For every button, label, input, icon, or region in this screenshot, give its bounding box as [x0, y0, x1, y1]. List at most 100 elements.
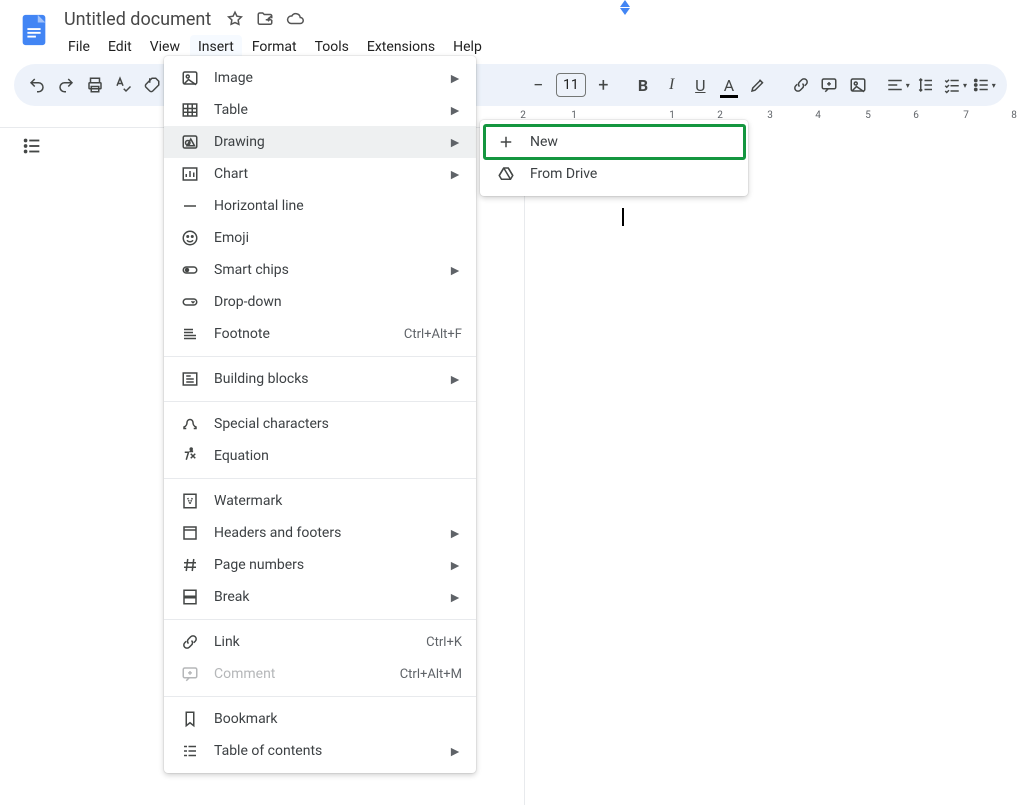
highlight-color-button[interactable]: [744, 70, 771, 100]
menu-item-headers-and-footers[interactable]: Headers and footers ►: [164, 517, 476, 549]
chevron-right-icon: ►: [448, 557, 462, 574]
link-icon: [180, 632, 200, 652]
menu-label: Table of contents: [214, 743, 440, 759]
omega-icon: [180, 414, 200, 434]
line-spacing-button[interactable]: [913, 70, 940, 100]
menu-label: Table: [214, 102, 440, 118]
menu-item-drop-down[interactable]: Drop-down: [164, 286, 476, 318]
menu-label: Headers and footers: [214, 525, 440, 541]
menu-label: Special characters: [214, 416, 462, 432]
font-size-input[interactable]: 11: [556, 73, 586, 97]
dropdown-icon: [180, 292, 200, 312]
menu-label: Horizontal line: [214, 198, 462, 214]
toc-icon: [180, 741, 200, 761]
move-icon[interactable]: [255, 9, 275, 29]
chart-icon: [180, 164, 200, 184]
menu-item-table-of-contents[interactable]: Table of contents ►: [164, 735, 476, 767]
menu-item-table[interactable]: Table►: [164, 94, 476, 126]
chevron-right-icon: ►: [448, 743, 462, 760]
menu-item-watermark[interactable]: Watermark: [164, 485, 476, 517]
paint-format-button[interactable]: [139, 70, 166, 100]
menu-label: Break: [214, 589, 440, 605]
submenu-item-from-drive[interactable]: From Drive: [480, 158, 748, 190]
menu-label: Page numbers: [214, 557, 440, 573]
hash-icon: [180, 555, 200, 575]
menu-label: Emoji: [214, 230, 462, 246]
equation-icon: 2: [180, 446, 200, 466]
menu-separator: [164, 696, 476, 697]
menu-label: New: [530, 134, 734, 150]
text-cursor: [622, 208, 624, 226]
menu-item-footnote[interactable]: FootnoteCtrl+Alt+F: [164, 318, 476, 350]
spellcheck-button[interactable]: [110, 70, 137, 100]
menu-item-smart-chips[interactable]: Smart chips►: [164, 254, 476, 286]
bulleted-list-button[interactable]: ▾: [970, 70, 997, 100]
menu-label: Image: [214, 70, 440, 86]
menubar-item-file[interactable]: File: [60, 35, 98, 59]
left-indent-marker[interactable]: [620, 8, 630, 15]
text-color-button[interactable]: A: [716, 70, 743, 100]
chevron-right-icon: ►: [448, 262, 462, 279]
checklist-button[interactable]: ▾: [942, 70, 969, 100]
menu-item-page-numbers[interactable]: Page numbers ►: [164, 549, 476, 581]
menu-label: Building blocks: [214, 371, 440, 387]
watermark-icon: [180, 491, 200, 511]
document-page[interactable]: [524, 120, 1021, 805]
menu-label: Comment: [214, 666, 400, 682]
menu-separator: [164, 619, 476, 620]
menu-item-drawing[interactable]: Drawing►: [164, 126, 476, 158]
menu-label: Equation: [214, 448, 462, 464]
toolbar: − 11 + B I U A ▾ ▾ ▾: [14, 64, 1007, 106]
menu-item-bookmark[interactable]: Bookmark: [164, 703, 476, 735]
menu-item-special-characters[interactable]: Special characters: [164, 408, 476, 440]
bblocks-icon: [180, 369, 200, 389]
docs-logo[interactable]: [14, 10, 54, 50]
menu-label: Bookmark: [214, 711, 462, 727]
underline-button[interactable]: U: [687, 70, 714, 100]
menu-shortcut: Ctrl+K: [426, 635, 462, 650]
cloud-status-icon[interactable]: [285, 9, 305, 29]
drawing-icon: [180, 132, 200, 152]
chevron-right-icon: ►: [448, 525, 462, 542]
document-title[interactable]: Untitled document: [60, 9, 215, 30]
undo-button[interactable]: [24, 70, 51, 100]
menu-label: Watermark: [214, 493, 462, 509]
menubar-item-edit[interactable]: Edit: [100, 35, 140, 59]
decrease-font-size-button[interactable]: −: [525, 70, 552, 100]
menu-label: Link: [214, 634, 426, 650]
emoji-icon: [180, 228, 200, 248]
chevron-right-icon: ►: [448, 166, 462, 183]
first-line-indent-marker[interactable]: [620, 0, 630, 7]
menu-item-break[interactable]: Break►: [164, 581, 476, 613]
bookmark-icon: [180, 709, 200, 729]
menu-item-horizontal-line[interactable]: Horizontal line: [164, 190, 476, 222]
insert-image-button[interactable]: [845, 70, 872, 100]
submenu-item-new[interactable]: New: [480, 126, 748, 158]
comment-icon: [180, 664, 200, 684]
menu-separator: [164, 401, 476, 402]
menu-item-comment: CommentCtrl+Alt+M: [164, 658, 476, 690]
menu-item-chart[interactable]: Chart ►: [164, 158, 476, 190]
menu-item-link[interactable]: LinkCtrl+K: [164, 626, 476, 658]
align-button[interactable]: ▾: [884, 70, 911, 100]
menu-label: From Drive: [530, 166, 734, 182]
insert-link-button[interactable]: [787, 70, 814, 100]
plus-icon: [496, 132, 516, 152]
increase-font-size-button[interactable]: +: [590, 70, 617, 100]
menu-label: Chart: [214, 166, 440, 182]
add-comment-button[interactable]: [816, 70, 843, 100]
menu-item-image[interactable]: Image►: [164, 62, 476, 94]
print-button[interactable]: [81, 70, 108, 100]
show-outline-button[interactable]: [14, 128, 50, 164]
menu-shortcut: Ctrl+Alt+F: [404, 327, 462, 342]
chips-icon: [180, 260, 200, 280]
menu-item-equation[interactable]: 2 Equation: [164, 440, 476, 472]
menu-label: Footnote: [214, 326, 404, 342]
menu-item-building-blocks[interactable]: Building blocks►: [164, 363, 476, 395]
italic-button[interactable]: I: [658, 70, 685, 100]
bold-button[interactable]: B: [630, 70, 657, 100]
insert-menu-dropdown: Image►Table►Drawing►Chart►Horizontal lin…: [164, 56, 476, 773]
star-icon[interactable]: [225, 9, 245, 29]
redo-button[interactable]: [53, 70, 80, 100]
menu-item-emoji[interactable]: Emoji: [164, 222, 476, 254]
